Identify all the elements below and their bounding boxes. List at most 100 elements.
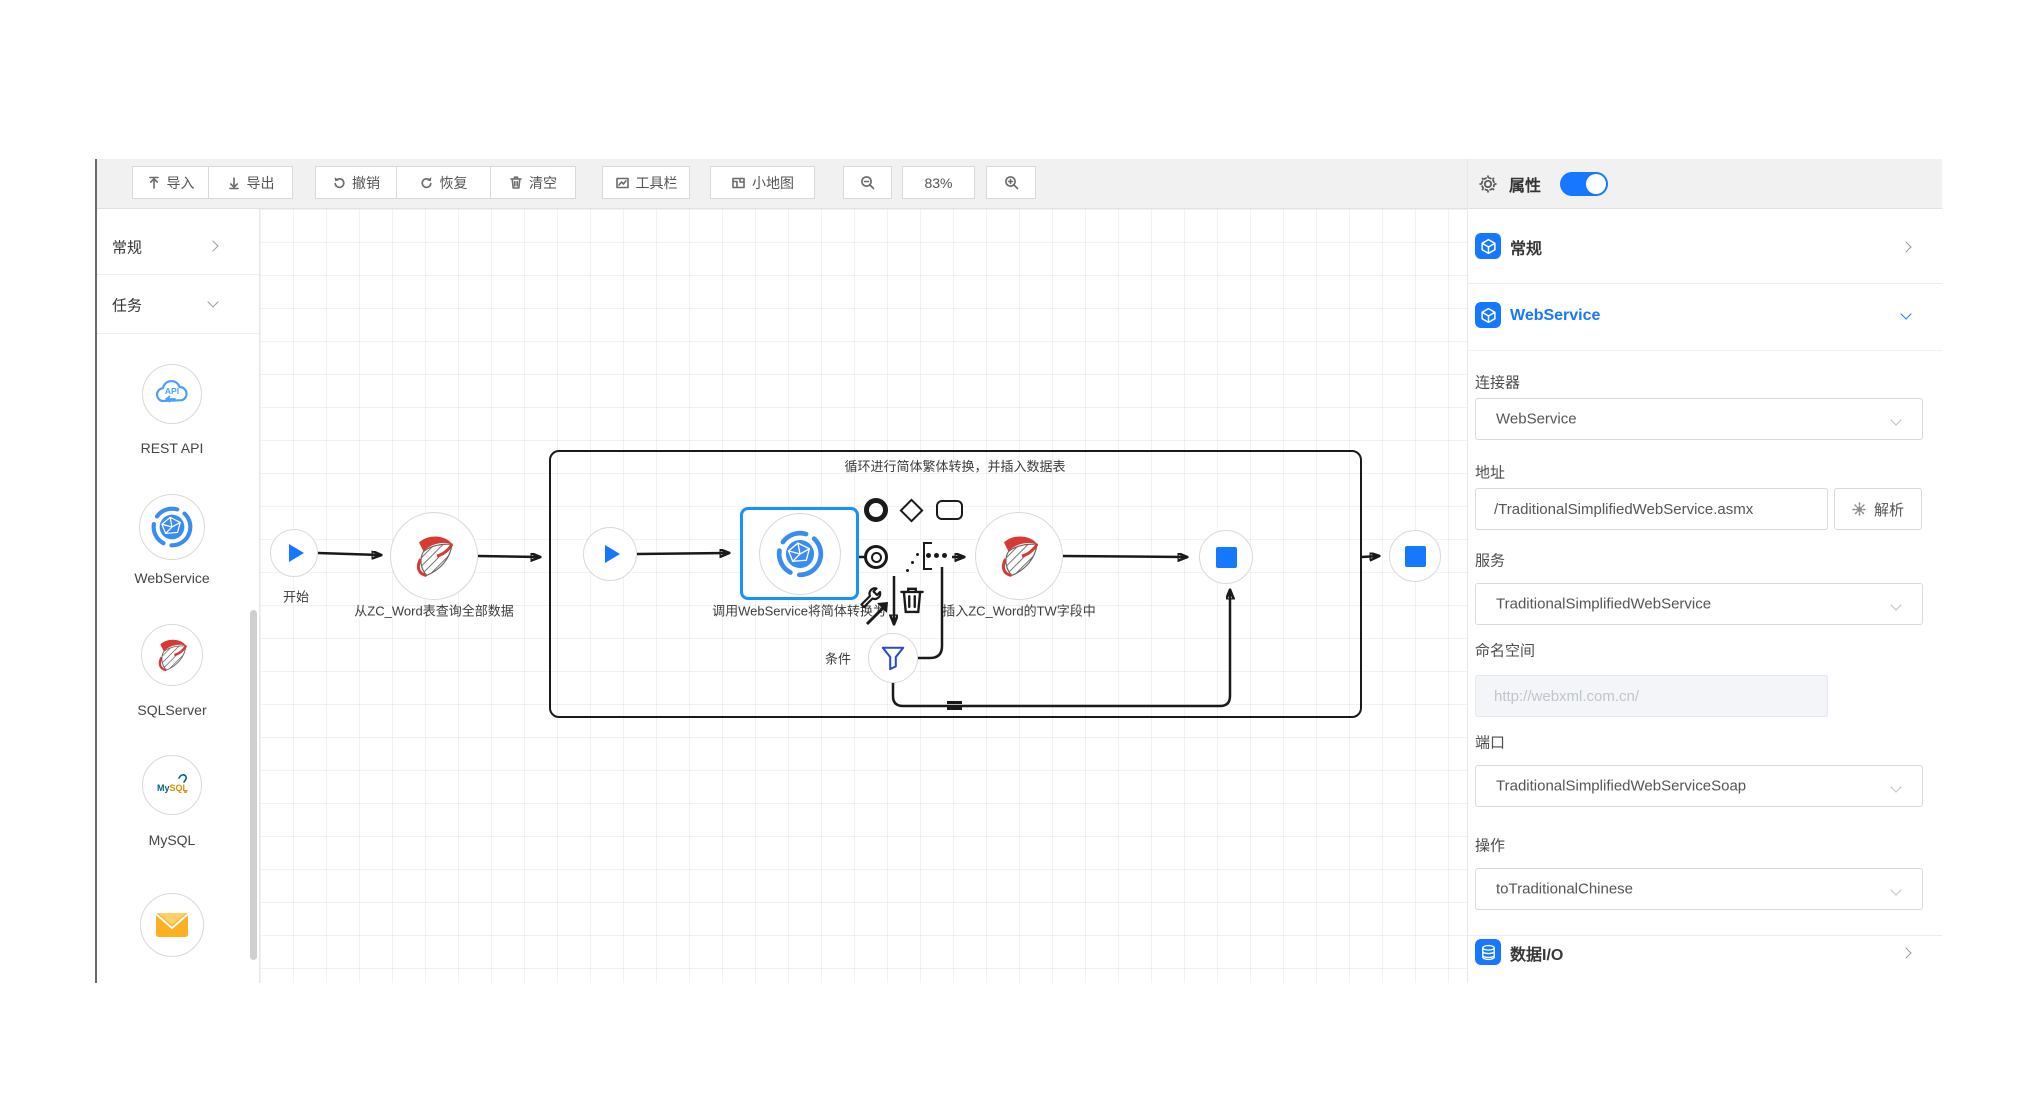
node-query-sqlserver[interactable] — [390, 512, 478, 600]
dotted-edge-icon — [916, 553, 919, 556]
webservice-globe-icon — [775, 529, 825, 579]
stop-icon — [1405, 546, 1426, 567]
redo-button[interactable]: 恢复 — [396, 166, 490, 199]
undo-label: 撤销 — [352, 173, 380, 193]
port-value: TraditionalSimplifiedWebServiceSoap — [1496, 778, 1746, 795]
component-webservice[interactable] — [139, 494, 205, 560]
minimap-button[interactable]: 小地图 — [710, 166, 815, 199]
node-inner-start[interactable] — [583, 527, 637, 581]
operation-select[interactable]: toTraditionalChinese — [1475, 868, 1923, 910]
node-inner-end[interactable] — [1199, 530, 1253, 584]
section-general-label: 常规 — [1510, 235, 1542, 259]
redo-label: 恢复 — [440, 173, 468, 193]
node-webservice-selected[interactable] — [740, 507, 859, 600]
service-select[interactable]: TraditionalSimplifiedWebService — [1475, 583, 1923, 625]
sqlserver-icon — [992, 529, 1046, 583]
app-window: 导入 导出 撤销 恢复 清空 工具栏 小地图 83% — [95, 159, 1940, 983]
connector-select[interactable]: WebService — [1475, 398, 1923, 440]
sidebar-section-tasks-label: 任务 — [112, 295, 142, 316]
node-end[interactable] — [1389, 530, 1441, 582]
node-condition-filter[interactable] — [868, 633, 918, 683]
dotted-edge-icon — [911, 561, 914, 564]
ellipsis-dot[interactable] — [942, 553, 947, 558]
sqlserver-icon — [151, 634, 193, 676]
edge-label-marker — [947, 701, 962, 713]
dotted-edge-icon — [906, 569, 909, 572]
namespace-label: 命名空间 — [1475, 640, 1535, 661]
play-icon — [289, 544, 304, 562]
loop-group-title: 循环进行简体繁体转换，并插入数据表 — [844, 456, 1065, 475]
chevron-right-icon — [207, 240, 218, 251]
node-query-label: 从ZC_Word表查询全部数据 — [354, 601, 513, 620]
sidebar-section-tasks[interactable]: 任务 — [97, 305, 259, 306]
loop-group-container[interactable] — [549, 450, 1362, 718]
component-webservice-label: WebService — [134, 570, 209, 586]
component-mysql-label: MySQL — [149, 832, 196, 848]
chevron-down-icon — [1890, 414, 1901, 425]
node-circle — [759, 513, 841, 595]
sidebar-scrollbar[interactable] — [250, 610, 257, 960]
address-label: 地址 — [1475, 462, 1505, 483]
zoom-in-button[interactable] — [986, 166, 1036, 199]
mysql-icon: MySQL — [151, 770, 193, 800]
component-mysql[interactable]: MySQL — [142, 755, 202, 815]
address-input[interactable] — [1475, 488, 1828, 530]
chevron-down-icon — [1900, 308, 1911, 319]
undo-button[interactable]: 撤销 — [315, 166, 396, 199]
node-insert-sqlserver[interactable] — [975, 512, 1063, 600]
undo-icon — [332, 176, 346, 190]
shape-circle-icon[interactable] — [864, 498, 888, 522]
clear-button[interactable]: 清空 — [490, 166, 576, 199]
zoom-level-display[interactable]: 83% — [902, 166, 975, 199]
play-icon — [605, 545, 620, 563]
sidebar-section-general[interactable]: 常规 — [97, 247, 259, 248]
operation-value: toTraditionalChinese — [1496, 881, 1633, 898]
canvas-toolbar: 导入 导出 撤销 恢复 清空 工具栏 小地图 83% — [97, 159, 1467, 209]
properties-toggle[interactable] — [1560, 172, 1608, 196]
component-rest-api-label: REST API — [141, 440, 204, 456]
flow-canvas[interactable]: 循环进行简体繁体转换，并插入数据表 开始 从ZC_Word表查询全部数据 — [260, 209, 1467, 983]
export-button[interactable]: 导出 — [208, 166, 293, 199]
shape-double-circle-icon[interactable] — [864, 545, 888, 569]
minimap-icon — [731, 176, 746, 190]
svg-text:API: API — [165, 386, 179, 396]
cube-icon — [1475, 302, 1501, 328]
shape-rounded-rect-icon[interactable] — [936, 500, 963, 520]
component-sqlserver[interactable] — [141, 624, 203, 686]
properties-panel: 属性 常规 WebService 连接器 WebService — [1467, 159, 1942, 983]
service-label: 服务 — [1475, 550, 1505, 571]
node-condition-label: 条件 — [825, 649, 851, 668]
zoom-in-icon — [1004, 175, 1019, 190]
ellipsis-dot[interactable] — [934, 553, 939, 558]
connect-arrow-icon[interactable] — [863, 598, 893, 628]
cube-icon — [1475, 233, 1501, 259]
rest-api-cloud-icon: API — [152, 377, 192, 411]
chevron-right-icon — [1900, 241, 1911, 252]
component-sidebar: 常规 任务 API REST API WebService — [97, 209, 260, 983]
zoom-out-button[interactable] — [843, 166, 892, 199]
properties-title: 属性 — [1509, 172, 1541, 196]
toolbar-toggle-button[interactable]: 工具栏 — [602, 166, 690, 199]
chevron-right-icon — [1900, 947, 1911, 958]
port-select[interactable]: TraditionalSimplifiedWebServiceSoap — [1475, 765, 1923, 807]
node-start-label: 开始 — [283, 587, 309, 606]
node-start[interactable] — [270, 529, 318, 577]
trash-icon[interactable] — [898, 585, 926, 615]
svg-text:MySQL: MySQL — [157, 783, 189, 793]
import-label: 导入 — [167, 173, 195, 193]
ellipsis-dot[interactable] — [926, 553, 931, 558]
properties-header: 属性 — [1468, 159, 1942, 209]
zoom-out-icon — [860, 175, 875, 190]
chevron-down-icon — [1890, 599, 1901, 610]
clear-label: 清空 — [529, 173, 557, 193]
stop-icon — [1216, 547, 1237, 568]
parse-button[interactable]: 解析 — [1834, 488, 1922, 530]
inner-ring — [871, 552, 882, 563]
namespace-input — [1475, 675, 1828, 717]
import-button[interactable]: 导入 — [132, 166, 208, 199]
divider — [97, 333, 259, 334]
database-icon — [1475, 939, 1501, 965]
chevron-down-icon — [1890, 781, 1901, 792]
component-rest-api[interactable]: API — [142, 364, 202, 424]
component-email[interactable] — [140, 893, 204, 957]
